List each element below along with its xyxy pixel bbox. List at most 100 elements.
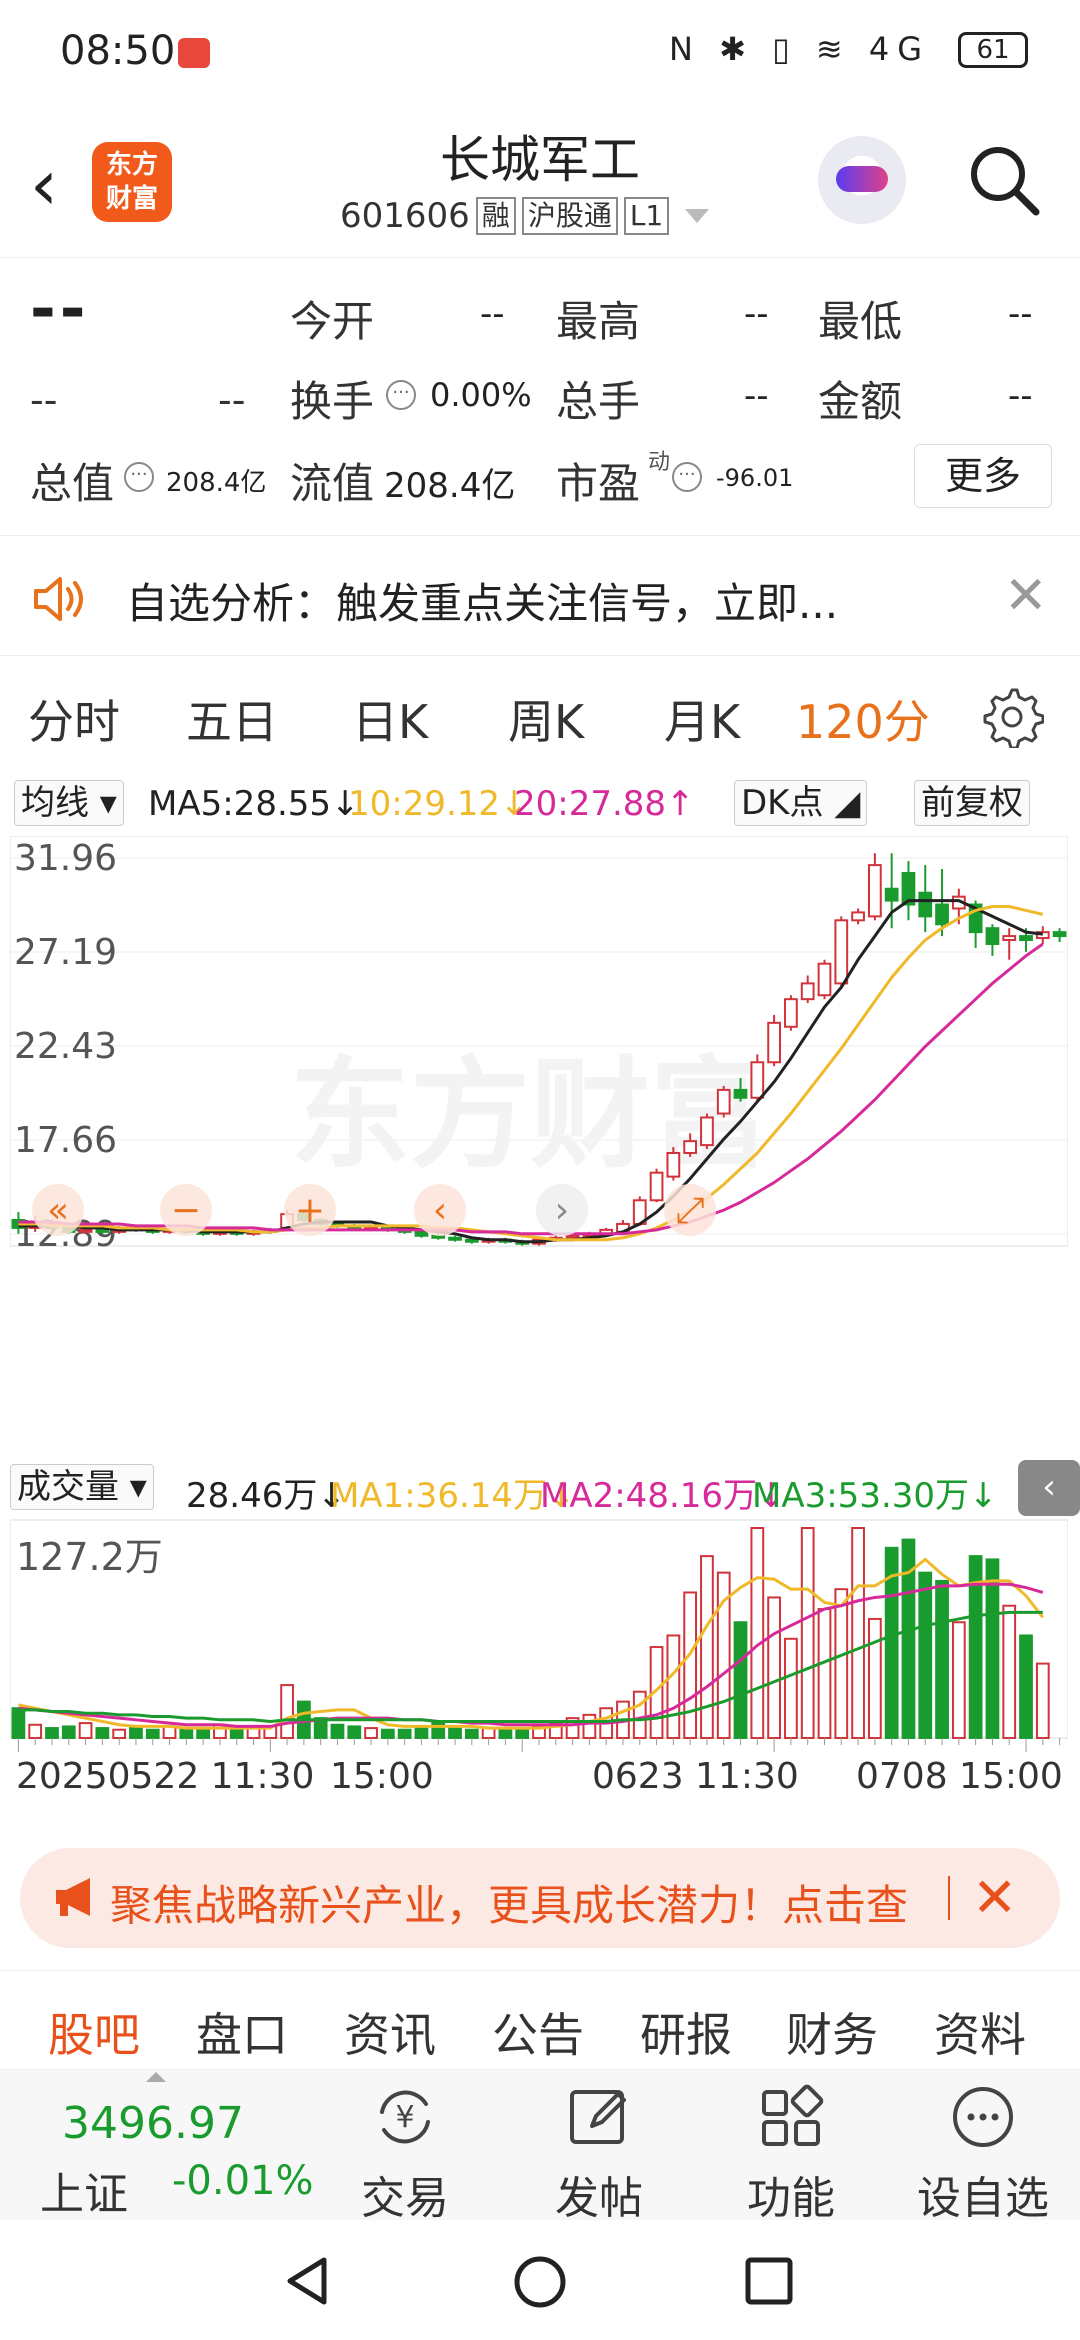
notice-bar[interactable]: 自选分析：触发重点关注信号，立即... ✕ (0, 536, 1080, 656)
kline-chart[interactable]: 东方财富 31.9627.1922.4317.6612.89 «−+‹›⤢ (10, 836, 1068, 1456)
candle-body (431, 1234, 446, 1239)
price-tick-label: 17.66 (14, 1120, 117, 1161)
svg-text:‹: ‹ (433, 1190, 447, 1231)
tab-monthly-k[interactable]: 月K (664, 686, 740, 752)
add-watchlist-label: 设自选 (917, 2173, 1049, 2224)
vol-ma2-readout: MA2:48.16万↓ (540, 1476, 786, 1516)
promo-banner[interactable]: 聚焦战略新兴产业，更具成长潜力！点击查 ✕ (20, 1848, 1060, 1948)
volume-label: 总手 (556, 377, 641, 426)
quote-panel: -- -- -- 今开 -- 最高 -- 最低 -- 换手 ··· 0.00% … (0, 258, 1080, 536)
grid-icon (762, 2084, 824, 2146)
tab-daily-k[interactable]: 日K (352, 686, 428, 752)
tab-five-day[interactable]: 五日 (186, 686, 278, 752)
x-label-end: 0708 15:00 (856, 1756, 1063, 1797)
gear-icon[interactable] (980, 684, 1044, 748)
volume-select[interactable]: 成交量 ▾ (10, 1464, 154, 1510)
notice-text[interactable]: 自选分析：触发重点关注信号，立即... (126, 570, 838, 631)
ma-indicator-bar: 均线 ▾ MA5:28.55↓ 10:29.12↓ 20:27.88↑ DK点 … (10, 780, 1080, 830)
volume-bar (498, 1728, 513, 1740)
volume-bar (145, 1728, 160, 1740)
category-tabs: 股吧 盘口 资讯 公告 研报 财务 资料 (0, 1970, 1080, 2070)
candle-body (78, 1228, 93, 1233)
trade-label: 交易 (361, 2173, 449, 2224)
tab-120min[interactable]: 120分 (796, 686, 930, 752)
x-label-start: 20250522 11:30 (16, 1756, 315, 1797)
nav-back-icon[interactable] (282, 2254, 334, 2308)
ma-select[interactable]: 均线 ▾ (14, 780, 124, 826)
stock-code-line[interactable]: 601606 融 沪股通 L1 (340, 196, 710, 236)
notification-icon (178, 38, 210, 68)
more-button[interactable]: 更多 (914, 444, 1052, 508)
volume-readout: 28.46万↓ (186, 1476, 346, 1516)
candle-body (1002, 935, 1017, 942)
collapse-panel-icon[interactable]: ‹ (1018, 1460, 1080, 1516)
dk-point-button[interactable]: DK点 ◢ (734, 780, 868, 826)
price-tick-label: 31.96 (14, 838, 117, 879)
add-watchlist-button[interactable]: 设自选 (908, 2082, 1058, 2226)
info-icon[interactable]: ··· (672, 462, 702, 492)
candle-body (733, 1088, 748, 1099)
volume-bar (918, 1571, 933, 1739)
banner-text[interactable]: 聚焦战略新兴产业，更具成长潜力！点击查 (110, 1872, 908, 1933)
tab-research[interactable]: 研报 (640, 1999, 732, 2065)
tab-announcements[interactable]: 公告 (492, 1999, 584, 2065)
volume-bar (867, 1617, 882, 1739)
chart-control-button[interactable]: › (536, 1184, 588, 1236)
volume-bar (380, 1728, 395, 1740)
nav-recents-icon[interactable] (744, 2256, 794, 2306)
index-value[interactable]: 3496.97 (62, 2098, 244, 2149)
close-icon[interactable]: ✕ (1004, 566, 1048, 626)
price-change-pct: -- (218, 378, 246, 422)
info-icon[interactable]: ··· (124, 462, 154, 492)
volume-bar (229, 1728, 244, 1740)
tab-profile[interactable]: 资料 (934, 1999, 1026, 2065)
tab-guba[interactable]: 股吧 (48, 1999, 140, 2065)
speaker-icon (34, 577, 83, 621)
high-value: -- (744, 294, 769, 334)
volume-bar (448, 1727, 462, 1739)
robot-assistant-icon[interactable] (818, 136, 906, 224)
edit-icon (570, 2090, 626, 2144)
turnover-value: 0.00% (430, 376, 532, 414)
ma5-readout: MA5:28.55↓ (148, 784, 360, 824)
candle-body (750, 1061, 765, 1099)
stock-code: 601606 (340, 196, 470, 236)
candle-body (683, 1140, 698, 1154)
volume-bar (750, 1527, 765, 1739)
svg-text:⤢: ⤢ (676, 1190, 705, 1231)
tab-weekly-k[interactable]: 周K (508, 686, 584, 752)
function-button[interactable]: 功能 (716, 2082, 866, 2226)
tab-finance[interactable]: 财务 (786, 1999, 878, 2065)
amount-value: -- (1008, 376, 1033, 416)
price-tick-label: 27.19 (14, 932, 117, 973)
info-icon[interactable]: ··· (386, 380, 416, 410)
post-button[interactable]: 发帖 (524, 2082, 674, 2226)
adjust-button[interactable]: 前复权 (914, 780, 1030, 826)
chevron-down-icon (685, 209, 710, 223)
chart-control-button[interactable]: ⤢ (664, 1184, 716, 1236)
tab-intraday[interactable]: 分时 (28, 686, 120, 752)
bottom-bar: 3496.97 上证 -0.01% ¥ 交易 发帖 功能 设自选 (0, 2070, 1080, 2224)
pe-superscript: 动 (648, 450, 671, 475)
svg-text:¥: ¥ (395, 2100, 414, 2135)
chart-control-button[interactable]: − (160, 1184, 212, 1236)
index-name[interactable]: 上证 (40, 2158, 128, 2222)
more-dots-icon (953, 2087, 1013, 2147)
volume-bar (129, 1727, 143, 1739)
chart-control-button[interactable]: ‹ (414, 1184, 466, 1236)
volume-bar (11, 1707, 26, 1739)
volume-bar (784, 1637, 798, 1739)
nav-home-icon[interactable] (512, 2254, 568, 2310)
chart-control-button[interactable]: + (284, 1184, 336, 1236)
candle-body (700, 1116, 714, 1147)
x-label-3: 0623 11:30 (592, 1756, 799, 1797)
tab-pankou[interactable]: 盘口 (196, 1999, 288, 2065)
candle-body (800, 982, 815, 1001)
tab-news[interactable]: 资讯 (344, 1999, 436, 2065)
close-icon[interactable]: ✕ (972, 1866, 1017, 1929)
trade-button[interactable]: ¥ 交易 (330, 2082, 480, 2226)
chevron-up-icon[interactable] (146, 2072, 166, 2082)
stock-header: ‹ 东方财富 长城军工 601606 融 沪股通 L1 (0, 100, 1080, 258)
chart-control-button[interactable]: « (32, 1184, 84, 1236)
search-icon[interactable] (964, 140, 1044, 220)
